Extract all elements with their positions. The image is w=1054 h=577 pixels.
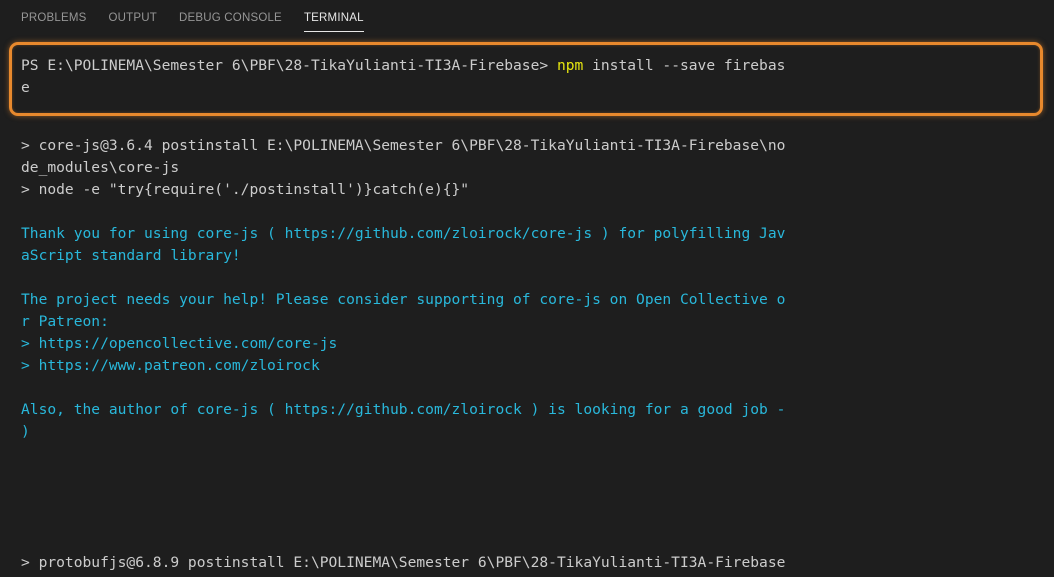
output-line: Thank you for using core-js ( https://gi… — [21, 225, 786, 242]
output-line: > node -e "try{require('./postinstall')}… — [21, 181, 470, 198]
output-line: de_modules\core-js — [21, 159, 180, 176]
command-name: npm — [556, 57, 584, 74]
prompt-text: PS E:\POLINEMA\Semester 6\PBF\28-TikaYul… — [21, 57, 557, 74]
terminal-panel: PROBLEMS OUTPUT DEBUG CONSOLE TERMINAL P… — [0, 0, 1054, 577]
output-line: > https://opencollective.com/core-js — [21, 335, 338, 352]
tab-problems[interactable]: PROBLEMS — [21, 0, 87, 36]
output-line: r Patreon: — [21, 313, 109, 330]
output-line: > https://www.patreon.com/zloirock — [21, 357, 320, 374]
tab-debug-console[interactable]: DEBUG CONSOLE — [179, 0, 282, 36]
command-line-wrap: e — [21, 79, 30, 96]
output-line: aScript standard library! — [21, 247, 241, 264]
output-line: The project needs your help! Please cons… — [21, 291, 786, 308]
tab-output[interactable]: OUTPUT — [109, 0, 157, 36]
command-line: PS E:\POLINEMA\Semester 6\PBF\28-TikaYul… — [21, 55, 785, 77]
panel-tab-bar: PROBLEMS OUTPUT DEBUG CONSOLE TERMINAL — [0, 0, 1054, 36]
output-line: Also, the author of core-js ( https://gi… — [21, 401, 786, 418]
output-line: > protobufjs@6.8.9 postinstall E:\POLINE… — [21, 554, 786, 571]
terminal-output[interactable]: PS E:\POLINEMA\Semester 6\PBF\28-TikaYul… — [0, 36, 1054, 577]
output-line: > core-js@3.6.4 postinstall E:\POLINEMA\… — [21, 137, 786, 154]
command-args: install --save firebas — [583, 57, 786, 74]
tab-terminal[interactable]: TERMINAL — [303, 0, 364, 36]
output-line: ) — [21, 423, 30, 440]
